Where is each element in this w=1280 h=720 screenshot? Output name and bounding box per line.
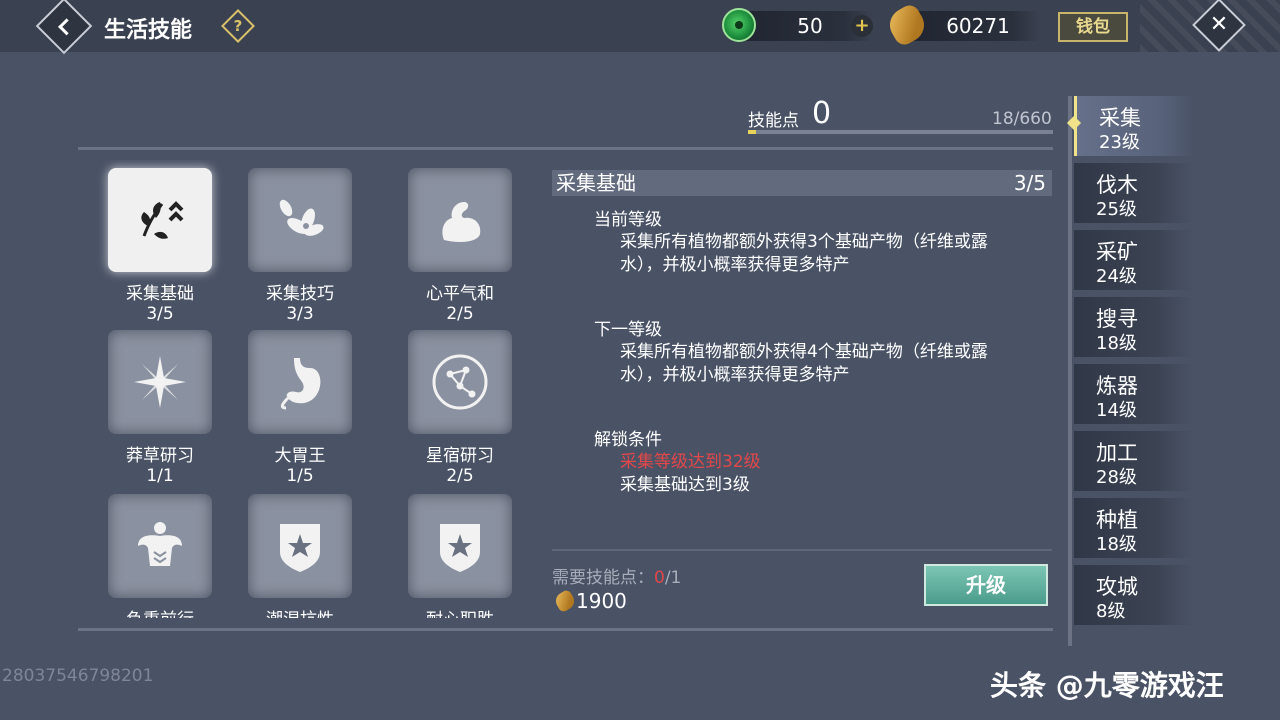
- tab-gathering[interactable]: 采集 23级: [1066, 96, 1194, 156]
- skill-points-value: 0: [812, 96, 832, 131]
- skill-level: 3/3: [286, 304, 314, 324]
- help-button[interactable]: ?: [221, 9, 255, 43]
- tab-level: 14级: [1096, 400, 1137, 421]
- stomach-icon: [248, 330, 352, 434]
- skill-level: 1/5: [286, 466, 314, 486]
- skill-level: 3/5: [146, 304, 174, 324]
- required-points-label: 需要技能点：: [552, 568, 654, 588]
- back-arrow-icon: [58, 18, 76, 36]
- detail-divider: [552, 549, 1052, 551]
- skill-name: 心平气和: [426, 284, 494, 304]
- tab-level: 18级: [1096, 333, 1137, 354]
- skill-points-progress-fill: [748, 130, 757, 134]
- page-title: 生活技能: [104, 18, 193, 43]
- required-points-total: /1: [664, 568, 682, 588]
- next-level-description: 采集所有植物都额外获得4个基础产物（纤维或露水），并极小概率获得更多特产: [620, 342, 988, 385]
- skill-level: 2/5: [446, 304, 474, 324]
- next-level-title: 下一等级: [594, 320, 662, 340]
- coin-amount: 60271: [946, 14, 1010, 38]
- herb-arrow-icon: [108, 168, 212, 272]
- tab-level: 23级: [1099, 132, 1140, 153]
- unlock-requirement-met: 采集基础达到3级: [620, 475, 750, 495]
- wallet-button[interactable]: 钱包: [1058, 12, 1128, 42]
- coin-currency: 60271: [883, 1, 1040, 49]
- player-uid: 28037546798201: [2, 666, 154, 686]
- tab-level: 24级: [1096, 266, 1137, 287]
- skill-name: 采集技巧: [266, 284, 334, 304]
- required-points-have: 0: [654, 568, 665, 588]
- skill-item[interactable]: 潮湿抗性: [220, 494, 380, 618]
- skill-item[interactable]: 心平气和 2/5: [380, 168, 540, 324]
- tab-planting[interactable]: 种植 18级: [1074, 498, 1194, 558]
- body-muscle-icon: [108, 494, 212, 598]
- skill-points-progress-text: 18/660: [992, 109, 1052, 129]
- help-question-icon: ?: [233, 17, 243, 35]
- tab-level: 25级: [1096, 199, 1137, 220]
- jade-icon: [722, 8, 756, 42]
- star-banner-icon: [248, 494, 352, 598]
- tab-siege[interactable]: 攻城 8级: [1074, 565, 1194, 625]
- tab-logging[interactable]: 伐木 25级: [1074, 163, 1194, 223]
- watermark: 头条 @九零游戏汪: [990, 669, 1224, 702]
- skill-item[interactable]: 采集技巧 3/3: [220, 168, 380, 324]
- skill-name: 采集基础: [126, 284, 194, 304]
- skill-name: 潮湿抗性: [220, 610, 380, 618]
- skill-item[interactable]: 星宿研习 2/5: [380, 330, 540, 486]
- tab-searching[interactable]: 搜寻 18级: [1074, 297, 1194, 357]
- skill-item[interactable]: 采集基础 3/5: [80, 168, 240, 324]
- skill-grid: 采集基础 3/5 采集技巧 3/3 心平气和 2/5 莽草研习 1/1 大胃王 …: [80, 160, 540, 618]
- skill-points-progress-bar: [748, 130, 1053, 134]
- upgrade-cost: 1900: [576, 589, 627, 613]
- current-level-title: 当前等级: [594, 210, 662, 230]
- skill-points-label: 技能点: [748, 111, 799, 131]
- skill-detail-level: 3/5: [1013, 171, 1046, 195]
- arm-muscle-icon: [408, 168, 512, 272]
- tab-level: 18级: [1096, 534, 1137, 555]
- star-flower-icon: [108, 330, 212, 434]
- skill-item[interactable]: 负重前行: [80, 494, 240, 618]
- tab-refining[interactable]: 炼器 14级: [1074, 364, 1194, 424]
- constellation-icon: [408, 330, 512, 434]
- add-currency-button[interactable]: +: [851, 15, 873, 37]
- flower-icon: [248, 168, 352, 272]
- panel-divider-bottom: [78, 628, 1053, 631]
- skill-level: 1/1: [146, 466, 174, 486]
- top-bar: 生活技能 ? 50 + 60271 钱包 ✕: [0, 0, 1280, 55]
- skill-name: 星宿研习: [426, 446, 494, 466]
- tab-processing[interactable]: 加工 28级: [1074, 431, 1194, 491]
- close-icon: ✕: [1209, 12, 1229, 37]
- tab-level: 28级: [1096, 467, 1137, 488]
- skill-name: 耐心职胜: [380, 610, 540, 618]
- skill-detail-title: 采集基础: [556, 171, 636, 195]
- upgrade-button[interactable]: 升级: [924, 564, 1048, 606]
- required-points: 需要技能点：0/1: [552, 563, 681, 588]
- coin-icon: [552, 588, 578, 614]
- skill-item[interactable]: 莽草研习 1/1: [80, 330, 240, 486]
- back-button[interactable]: [35, 0, 93, 55]
- skill-detail-header: 采集基础 3/5: [552, 170, 1052, 196]
- skill-name: 莽草研习: [126, 446, 194, 466]
- skill-level: 2/5: [446, 466, 474, 486]
- skill-item[interactable]: 耐心职胜: [380, 494, 540, 618]
- skill-name: 大胃王: [274, 446, 326, 466]
- unlock-conditions-title: 解锁条件: [594, 430, 662, 450]
- coin-icon: [883, 1, 931, 49]
- skill-item[interactable]: 大胃王 1/5: [220, 330, 380, 486]
- jade-amount: 50: [797, 14, 823, 38]
- skill-name: 负重前行: [80, 610, 240, 618]
- current-level-description: 采集所有植物都额外获得3个基础产物（纤维或露水），并极小概率获得更多特产: [620, 232, 988, 275]
- star-banner-icon: [408, 494, 512, 598]
- tab-rail: [1068, 96, 1072, 646]
- tab-level: 8级: [1096, 601, 1126, 622]
- tab-mining[interactable]: 采矿 24级: [1074, 230, 1194, 290]
- panel-divider-top: [78, 147, 1053, 150]
- unlock-requirement-unmet: 采集等级达到32级: [620, 452, 761, 472]
